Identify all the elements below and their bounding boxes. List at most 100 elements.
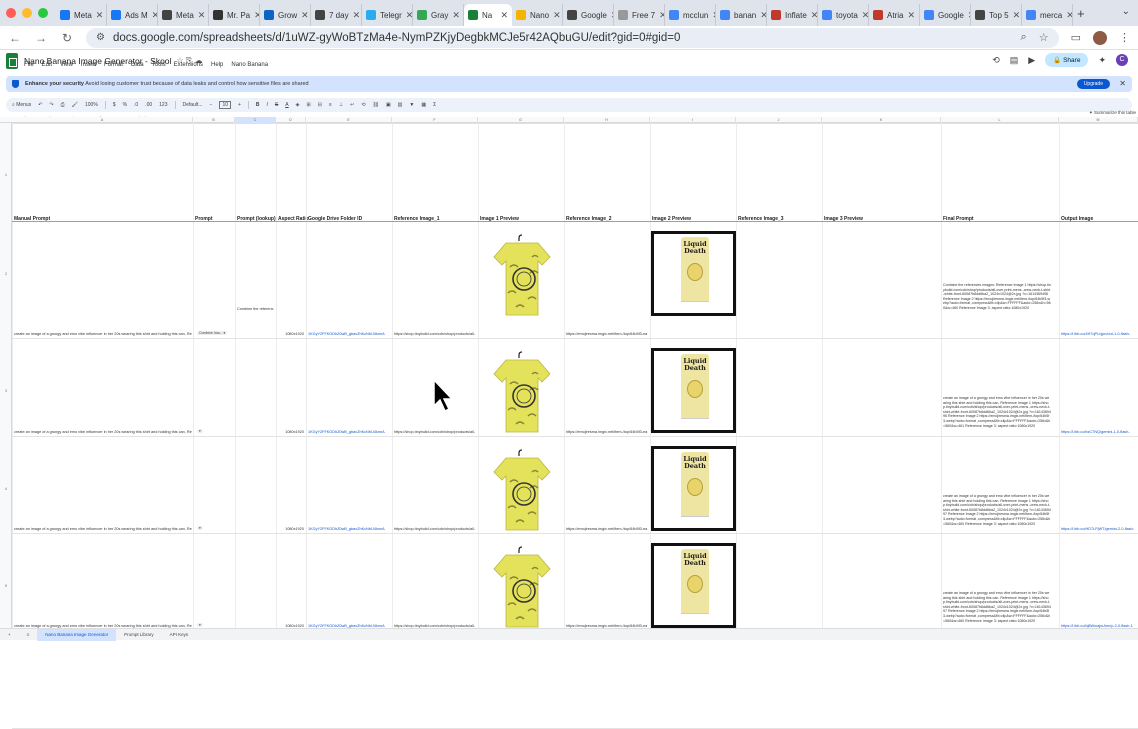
reference-image-2-cell[interactable]: https://emojiresma.imgix.net/item-/top/6… [566,527,649,531]
output-image-link[interactable]: https://i.ibb.co/HD7LPjWT/gemini-2-0-fla… [1061,527,1137,531]
tab-close-icon[interactable]: ✕ [96,10,104,21]
tab-search-icon[interactable]: ⌄ [1122,6,1130,17]
reference-image-2-cell[interactable]: https://emojiresma.imgix.net/item-/top/6… [566,430,649,434]
zoom-select[interactable]: 100% [85,102,98,108]
browser-tab[interactable]: merca✕ [1022,4,1073,26]
sheets-logo-icon[interactable] [6,53,18,69]
meet-icon[interactable]: ▶ [1028,55,1035,66]
link-icon[interactable]: ⛓ [373,102,379,108]
browser-tab[interactable]: Telegr ✕ [362,4,413,26]
percent-button[interactable]: % [123,102,127,108]
history-icon[interactable]: ⟲ [992,55,1000,66]
column-header[interactable]: A [12,117,193,123]
paint-format-icon[interactable]: 🖌 [72,102,78,108]
manual-prompt-cell[interactable]: create an image of a grungy and emo vibe… [14,527,192,531]
column-header[interactable]: B [193,117,235,123]
final-prompt-cell[interactable]: Combine the references images: Reference… [943,283,1051,311]
column-header[interactable]: E [306,117,392,123]
share-button[interactable]: 🔒 Share [1045,53,1089,67]
aspect-ratio-cell[interactable]: 1080x1920 [278,527,304,531]
column-header[interactable]: D [276,117,306,123]
column-header[interactable]: M [1059,117,1138,123]
browser-tab[interactable]: Grow ✕ [260,4,311,26]
aspect-ratio-cell[interactable]: 1080x1920 [278,430,304,434]
prompt-dropdown[interactable]: ▾ [197,429,203,433]
strikethrough-button[interactable]: S [275,102,278,108]
bold-button[interactable]: B [256,102,260,108]
undo-icon[interactable]: ↶ [38,102,42,108]
site-info-icon[interactable]: ⚙ [96,32,105,43]
sheet-tab[interactable]: Prompt Library [116,629,162,641]
column-header[interactable]: F [392,117,478,123]
manual-prompt-cell[interactable]: create an image of a grungy and emo vibe… [14,430,192,434]
final-prompt-cell[interactable]: create an image of a grungy and emo vibe… [943,494,1051,526]
print-icon[interactable]: ⎙ [61,102,65,108]
menu-item[interactable]: Tools [152,62,166,68]
column-header[interactable]: J [736,117,822,123]
menu-item[interactable]: Insert [81,62,96,68]
browser-tab[interactable]: mcclun✕ [665,4,716,26]
tab-close-icon[interactable]: ✕ [862,10,868,21]
comment-icon[interactable]: ▤ [1010,55,1019,66]
url-bar[interactable]: ⚙ docs.google.com/spreadsheets/d/1uWZ-gy… [86,27,1059,48]
summarize-table-button[interactable]: ✦ Summarize this table [1089,110,1136,116]
tab-close-icon[interactable]: ✕ [353,10,361,21]
browser-tab[interactable]: toyota ✕ [818,4,869,26]
browser-tab[interactable]: Atria ✕ [869,4,920,26]
browser-tab[interactable]: Inflate ✕ [767,4,818,26]
text-color-button[interactable]: A [285,102,288,108]
all-sheets-icon[interactable]: ≡ [19,629,38,641]
profile-avatar[interactable] [1093,30,1107,45]
output-image-link[interactable]: https://i.ibb.co/4H7qPLnjpn/out-1-0-flas… [1061,332,1137,336]
tab-close-icon[interactable]: ✕ [553,10,561,21]
browser-tab[interactable]: Free 7✕ [614,4,665,26]
comment-add-icon[interactable]: ▣ [386,102,391,108]
menu-item[interactable]: Edit [42,62,52,68]
font-size-input[interactable]: 10 [219,101,231,109]
row-header[interactable]: 3 [0,389,12,393]
row-header[interactable]: 2 [0,272,12,276]
tab-close-icon[interactable]: ✕ [760,10,766,21]
filter-views-icon[interactable]: ▦ [421,102,426,108]
menu-item[interactable]: View [60,62,73,68]
sheet-tab[interactable]: API Keys [162,629,197,641]
close-icon[interactable]: ✕ [1119,79,1126,88]
tab-close-icon[interactable]: ✕ [198,10,206,21]
tab-close-icon[interactable]: ✕ [1066,10,1072,21]
tab-close-icon[interactable]: ✕ [811,10,817,21]
functions-icon[interactable]: Σ [433,102,436,108]
spreadsheet-grid[interactable]: ABCDEFGHIJKLM 12345 Manual Prompt Prompt P… [0,117,1138,729]
merge-icon[interactable]: ⊟ [318,102,322,108]
redo-icon[interactable]: ↷ [49,102,53,108]
menu-item[interactable]: Nano Banana [231,62,268,68]
filter-icon[interactable]: ▼ [409,102,414,108]
italic-button[interactable]: I [267,102,268,108]
row-header[interactable]: 5 [0,584,12,588]
close-window-button[interactable] [6,8,16,18]
tab-close-icon[interactable]: ✕ [1013,10,1021,21]
menu-item[interactable]: File [24,62,34,68]
final-prompt-cell[interactable]: create an image of a grungy and emo vibe… [943,396,1051,428]
bookmark-star-icon[interactable]: ☆ [1039,31,1049,44]
reference-image-1-cell[interactable]: https://shop.tinybuild.com/cdn/shop/prod… [394,430,477,434]
column-header[interactable]: I [650,117,736,123]
sidebar-icon[interactable]: ▭ [1071,31,1081,44]
browser-tab[interactable]: Na ✕ [464,4,512,26]
font-size-plus-button[interactable]: + [238,102,241,108]
upgrade-button[interactable]: Upgrade [1076,79,1110,89]
tab-close-icon[interactable]: ✕ [301,10,309,21]
manual-prompt-cell[interactable]: create an image of a grungy and emo vibe… [14,332,192,336]
reference-image-2-cell[interactable]: https://emojiresma.imgix.net/item-/top/6… [566,332,649,336]
drive-folder-link[interactable]: 1KGyY2FFKGDhZ0wB_gbavZhKcNbIJ4knnA [308,527,391,531]
tab-close-icon[interactable]: ✕ [406,10,412,21]
borders-icon[interactable]: ⊞ [306,102,310,108]
browser-tab[interactable]: Gray ✕ [413,4,464,26]
menu-item[interactable]: Help [211,62,223,68]
new-tab-button[interactable]: + [1077,6,1085,21]
minimize-window-button[interactable] [22,8,32,18]
drive-folder-link[interactable]: 1KGyY2FFKGDhZ0wB_gbavZhKcNbIJ4knnA [308,332,391,336]
menu-item[interactable]: Format [104,62,123,68]
maximize-window-button[interactable] [38,8,48,18]
font-size-minus-button[interactable]: − [210,102,213,108]
reload-button[interactable]: ↻ [60,31,74,45]
